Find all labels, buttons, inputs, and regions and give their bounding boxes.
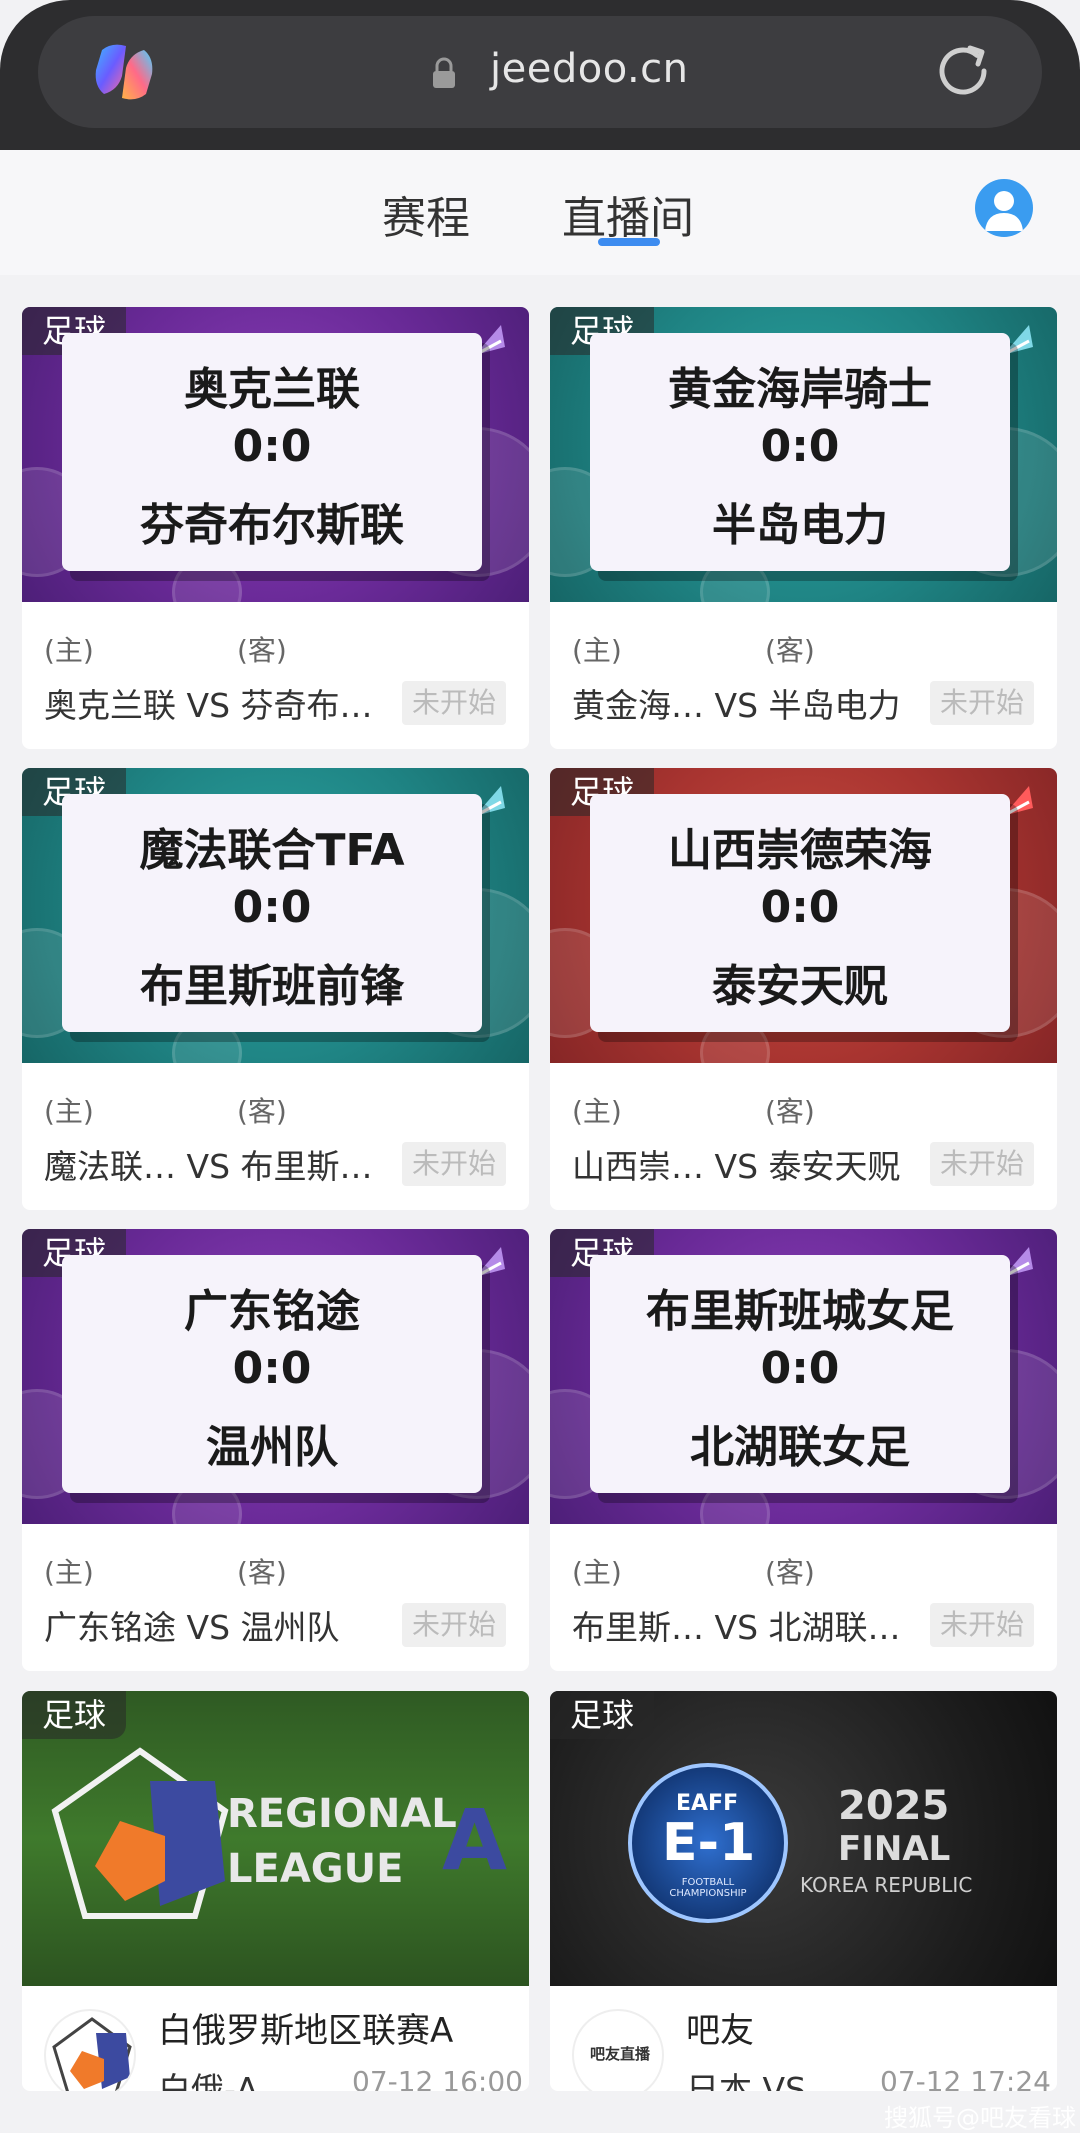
score-board: 黄金海岸骑士 0:0 半岛电力 [590,333,1010,571]
home-team-name: 山西崇德荣海 [668,825,932,876]
stream-banner: EAFF E-1 FOOTBALL CHAMPIONSHIP 2025 FINA… [550,1691,1057,1986]
away-team-name: 温州队 [206,1422,338,1473]
lock-icon [433,57,455,88]
channel-logo: 吧友直播 [589,2045,650,2063]
match-title: 布里斯… VS 北湖联… [572,1608,901,1647]
stream-subtitle: 日本 VS … [686,2070,850,2091]
match-card[interactable]: 足球 魔法联合TFA 0:0 布里斯班前锋 (主) (客) 魔法联… VS 布里… [22,768,529,1210]
home-label: (主) [572,1556,622,1589]
score-board: 山西崇德荣海 0:0 泰安天贶 [590,794,1010,1032]
match-title: 黄金海… VS 半岛电力 [572,686,901,725]
stream-banner: REGIONAL LEAGUE A 足球 [22,1691,529,1986]
stream-card[interactable]: REGIONAL LEAGUE A 足球 白俄罗斯地区联赛A 白俄-A 07-1… [22,1691,529,2091]
banner-text: REGIONAL [227,1791,457,1837]
match-card[interactable]: 足球 山西崇德荣海 0:0 泰安天贶 (主) (客) 山西崇… VS 泰安天贶 … [550,768,1057,1210]
home-label: (主) [44,1556,94,1589]
match-title: 魔法联… VS 布里斯… [44,1147,373,1186]
league-logo-icon [52,2017,132,2091]
match-banner: 足球 魔法联合TFA 0:0 布里斯班前锋 [22,768,529,1063]
regional-league-logo [51,1747,229,1919]
match-card[interactable]: 足球 奥克兰联 0:0 芬奇布尔斯联 (主) (客) 奥克兰联 VS 芬奇布… … [22,307,529,749]
match-banner: 足球 布里斯班城女足 0:0 北湖联女足 [550,1229,1057,1524]
score-board: 奥克兰联 0:0 芬奇布尔斯联 [62,333,482,571]
banner-text: FINAL [838,1829,951,1869]
away-label: (客) [765,634,815,667]
app-header: 赛程 直播间 [0,150,1080,275]
badge-main-text: E-1 [662,1813,756,1873]
match-score: 0:0 [232,882,312,933]
match-score: 0:0 [232,421,312,472]
away-label: (客) [237,634,287,667]
away-team-name: 半岛电力 [712,500,888,551]
score-board: 广东铭途 0:0 温州队 [62,1255,482,1493]
match-banner: 足球 山西崇德荣海 0:0 泰安天贶 [550,768,1057,1063]
away-team-name: 芬奇布尔斯联 [140,500,404,551]
match-score: 0:0 [232,1343,312,1394]
status-badge: 未开始 [930,681,1034,725]
match-title: 奥克兰联 VS 芬奇布… [44,686,373,725]
match-card[interactable]: 足球 布里斯班城女足 0:0 北湖联女足 (主) (客) 布里斯… VS 北湖联… [550,1229,1057,1671]
home-team-name: 黄金海岸骑士 [668,364,932,415]
match-card[interactable]: 足球 黄金海岸骑士 0:0 半岛电力 (主) (客) 黄金海… VS 半岛电力 … [550,307,1057,749]
stream-time: 07-12 17:24 [880,2065,1051,2091]
banner-text: KOREA REPUBLIC [800,1873,973,1897]
stream-title: 白俄罗斯地区联赛A [158,2011,454,2051]
match-banner: 足球 广东铭途 0:0 温州队 [22,1229,529,1524]
home-team-name: 布里斯班城女足 [646,1286,954,1337]
away-label: (客) [237,1556,287,1589]
match-banner: 足球 黄金海岸骑士 0:0 半岛电力 [550,307,1057,602]
score-board: 布里斯班城女足 0:0 北湖联女足 [590,1255,1010,1493]
match-card[interactable]: 足球 广东铭途 0:0 温州队 (主) (客) 广东铭途 VS 温州队 未开始 [22,1229,529,1671]
copilot-icon[interactable] [88,36,160,108]
user-avatar[interactable] [975,179,1033,237]
status-badge: 未开始 [930,1142,1034,1186]
match-score: 0:0 [760,421,840,472]
status-badge: 未开始 [402,681,506,725]
active-tab-indicator [598,238,660,246]
badge-sub-text: FOOTBALL CHAMPIONSHIP [669,1877,747,1899]
stream-subtitle: 白俄-A [158,2070,259,2091]
status-badge: 未开始 [402,1603,506,1647]
home-team-name: 广东铭途 [184,1286,360,1337]
match-score: 0:0 [760,1343,840,1394]
browser-toolbar: jeedoo.cn [0,0,1080,150]
stream-time: 07-12 16:00 [352,2065,523,2091]
banner-text: LEAGUE [227,1846,404,1892]
stream-title: 吧友 [686,2011,754,2051]
away-label: (客) [765,1095,815,1128]
stream-avatar [44,2009,136,2091]
home-label: (主) [572,1095,622,1128]
match-score: 0:0 [760,882,840,933]
away-team-name: 北湖联女足 [690,1422,910,1473]
url-text[interactable]: jeedoo.cn [490,46,689,92]
away-label: (客) [237,1095,287,1128]
banner-year: 2025 [838,1783,950,1829]
address-bar[interactable]: jeedoo.cn [38,16,1042,128]
match-banner: 足球 奥克兰联 0:0 芬奇布尔斯联 [22,307,529,602]
tab-live-room[interactable]: 直播间 [562,182,694,246]
home-label: (主) [44,634,94,667]
home-team-name: 奥克兰联 [184,364,360,415]
away-team-name: 泰安天贶 [712,961,888,1012]
stream-avatar: 吧友直播 [572,2009,664,2091]
watermark: 搜狐号@吧友看球 [884,2104,1076,2132]
banner-letter: A [442,1791,508,1889]
stream-card[interactable]: EAFF E-1 FOOTBALL CHAMPIONSHIP 2025 FINA… [550,1691,1057,2091]
match-title: 广东铭途 VS 温州队 [44,1608,340,1647]
away-team-name: 布里斯班前锋 [140,961,404,1012]
user-icon [985,191,1023,231]
sport-tag: 足球 [22,1691,127,1739]
away-label: (客) [765,1556,815,1589]
status-badge: 未开始 [930,1603,1034,1647]
status-badge: 未开始 [402,1142,506,1186]
sport-tag: 足球 [550,1691,655,1739]
home-label: (主) [44,1095,94,1128]
tab-schedule[interactable]: 赛程 [382,182,470,246]
home-label: (主) [572,634,622,667]
score-board: 魔法联合TFA 0:0 布里斯班前锋 [62,794,482,1032]
match-title: 山西崇… VS 泰安天贶 [572,1147,901,1186]
reload-icon[interactable] [930,38,996,104]
home-team-name: 魔法联合TFA [139,825,405,876]
